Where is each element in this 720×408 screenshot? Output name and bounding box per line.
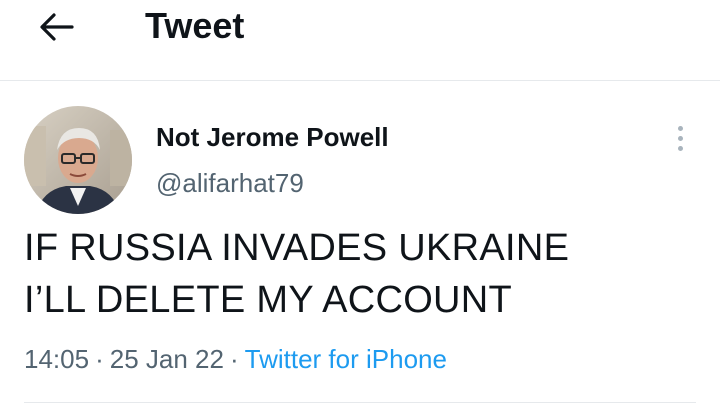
tweet-text: IF RUSSIA INVADES UKRAINE I’LL DELETE MY… <box>24 222 704 326</box>
avatar-photo <box>24 106 132 214</box>
meta-separator: · <box>229 344 239 374</box>
divider <box>24 402 696 403</box>
page-title: Tweet <box>145 5 245 46</box>
meta-separator: · <box>95 344 104 374</box>
more-options-button[interactable] <box>664 120 696 156</box>
author-handle[interactable]: @alifarhat79 <box>156 166 304 200</box>
tweet-text-line: IF RUSSIA INVADES UKRAINE <box>24 227 570 269</box>
back-button[interactable] <box>34 8 78 46</box>
more-vertical-icon <box>677 125 683 151</box>
arrow-left-icon <box>40 13 74 41</box>
tweet-source-link[interactable]: Twitter for iPhone <box>245 344 447 374</box>
tweet-date[interactable]: 25 Jan 22 <box>110 344 224 374</box>
tweet-time[interactable]: 14:05 <box>24 344 89 374</box>
avatar[interactable] <box>24 106 132 214</box>
author-display-name[interactable]: Not Jerome Powell <box>156 120 389 154</box>
top-bar: Tweet <box>0 0 720 81</box>
tweet-meta: 14:05 · 25 Jan 22 · Twitter for iPhone <box>24 342 447 376</box>
tweet-text-line: I’LL DELETE MY ACCOUNT <box>24 279 513 321</box>
